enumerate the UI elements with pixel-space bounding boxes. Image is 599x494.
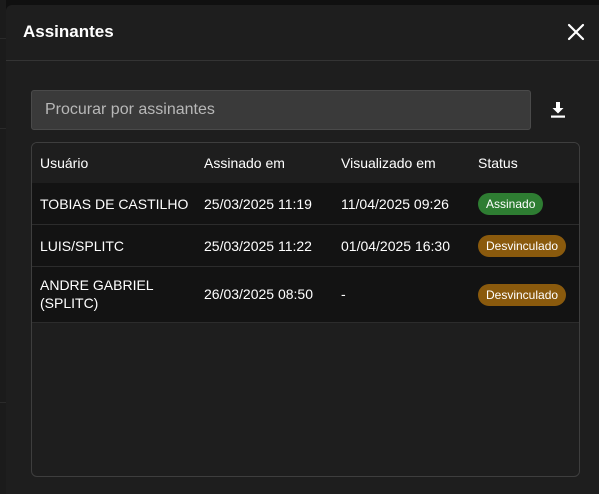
cell-usuario: ANDRE GABRIEL (SPLITC)	[40, 276, 154, 312]
cell-assinado-em: 26/03/2025 08:50	[204, 286, 313, 302]
table-row[interactable]: LUIS/SPLITC 25/03/2025 11:22 01/04/2025 …	[32, 225, 579, 267]
download-icon	[551, 102, 565, 118]
column-header-assinado-em[interactable]: Assinado em	[204, 155, 285, 171]
table-row[interactable]: TOBIAS DE CASTILHO 25/03/2025 11:19 11/0…	[32, 183, 579, 225]
close-button[interactable]	[566, 22, 586, 42]
column-header-visualizado-em[interactable]: Visualizado em	[341, 155, 436, 171]
signers-dialog: Assinantes Usuário Assinado em Visualiza…	[6, 5, 599, 494]
status-badge: Desvinculado	[478, 235, 567, 257]
column-header-status[interactable]: Status	[478, 155, 518, 171]
close-icon	[567, 23, 585, 41]
dialog-header: Assinantes	[6, 5, 599, 61]
cell-usuario: TOBIAS DE CASTILHO	[40, 196, 189, 212]
status-badge: Assinado	[478, 193, 544, 215]
cell-visualizado-em: 11/04/2025 09:26	[341, 196, 449, 212]
table-header: Usuário Assinado em Visualizado em Statu…	[32, 143, 579, 183]
cell-assinado-em: 25/03/2025 11:22	[204, 238, 312, 254]
cell-usuario-line: (SPLITC)	[40, 295, 99, 311]
cell-visualizado-em: -	[341, 286, 346, 302]
signers-table: Usuário Assinado em Visualizado em Statu…	[31, 142, 580, 477]
cell-visualizado-em: 01/04/2025 16:30	[341, 238, 450, 254]
table-row[interactable]: ANDRE GABRIEL (SPLITC) 26/03/2025 08:50 …	[32, 267, 579, 323]
search-input[interactable]	[31, 90, 531, 130]
cell-usuario: LUIS/SPLITC	[40, 238, 125, 254]
cell-assinado-em: 25/03/2025 11:19	[204, 196, 312, 212]
status-badge: Desvinculado	[478, 284, 567, 306]
cell-usuario-line: ANDRE GABRIEL	[40, 277, 154, 293]
dialog-title: Assinantes	[23, 22, 114, 41]
download-button[interactable]	[548, 100, 568, 120]
column-header-usuario[interactable]: Usuário	[40, 155, 88, 171]
